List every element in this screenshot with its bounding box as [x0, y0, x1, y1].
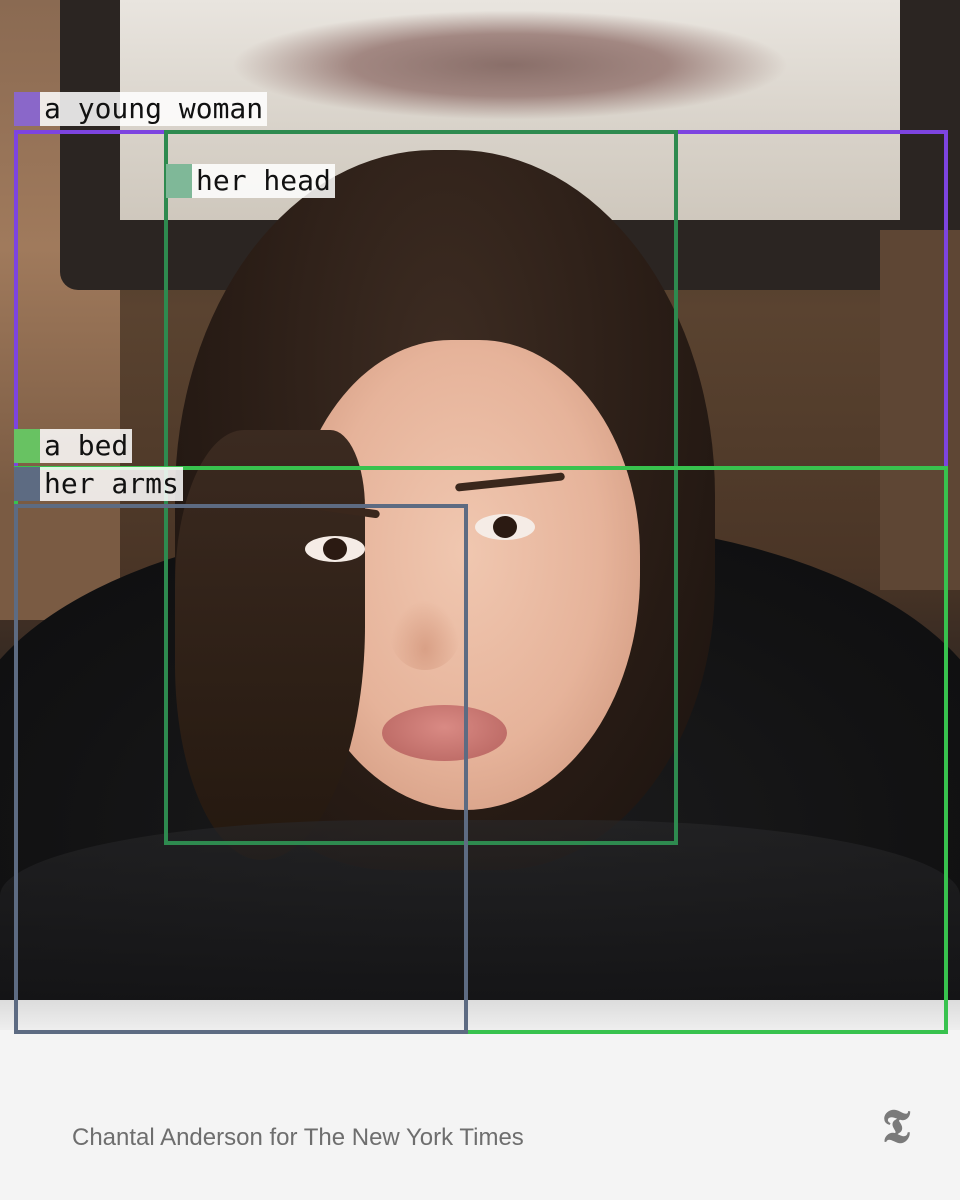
annotated-photo: a young woman her head a bed her arms Ch… [0, 0, 960, 1200]
label-young-woman: a young woman [14, 92, 268, 126]
label-her-head: her head [166, 164, 335, 198]
label-text: her head [192, 164, 335, 198]
label-text: a bed [40, 429, 133, 463]
label-swatch [14, 429, 40, 463]
photo-credit: Chantal Anderson for The New York Times [72, 1124, 524, 1151]
label-swatch [14, 467, 40, 501]
label-a-bed: a bed [14, 429, 133, 463]
bbox-her-arms [14, 504, 468, 1034]
label-text: her arms [40, 467, 183, 501]
label-swatch [166, 164, 192, 198]
label-text: a young woman [40, 92, 268, 126]
label-her-arms: her arms [14, 467, 183, 501]
label-swatch [14, 92, 40, 126]
nyt-t-logo-icon: 𝕿 [881, 1099, 911, 1153]
